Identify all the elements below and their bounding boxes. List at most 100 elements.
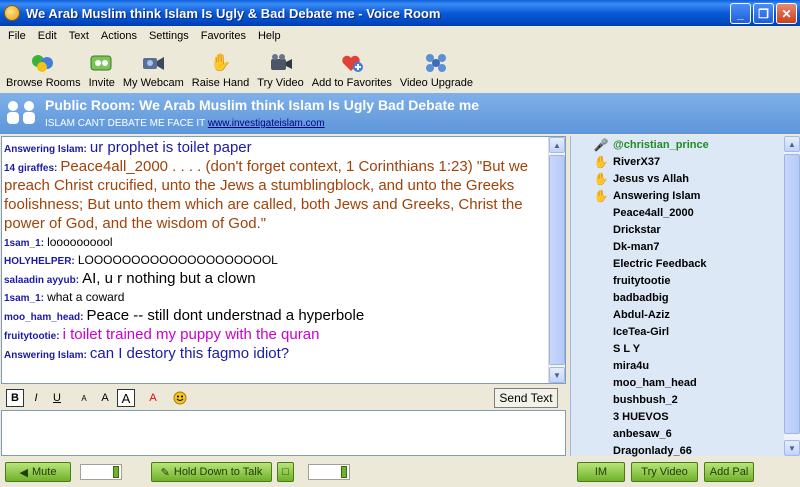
font-color-button[interactable]: A [144,389,162,407]
underline-button[interactable]: U [48,389,66,407]
chat-text: Peace -- still dont understnad a hyperbo… [86,307,365,324]
raise-hand-icon: ✋ [209,53,232,72]
scroll-down-button[interactable]: ▼ [549,367,565,383]
menu-text[interactable]: Text [63,30,95,42]
chat-message: 1sam_1: loooooooool [4,234,548,252]
menu-file[interactable]: File [2,30,32,42]
window-title: We Arab Muslim think Islam Is Ugly & Bad… [26,5,441,21]
font-medium-button[interactable]: A [96,389,114,407]
user-list-item[interactable]: Dragonlady_66 [571,442,783,459]
mic-slider[interactable] [308,464,350,480]
message-input[interactable] [1,410,566,456]
lock-talk-button[interactable]: □ [277,462,294,482]
mute-button[interactable]: ◀ Mute [5,462,71,482]
chat-username[interactable]: fruitytootie: [4,331,60,342]
italic-button[interactable]: I [27,389,45,407]
mic-knob[interactable] [341,466,347,478]
invite-button[interactable]: Invite [85,51,119,92]
chat-username[interactable]: moo_ham_head: [4,312,83,323]
chat-text: LOOOOOOOOOOOOOOOOOOOOL [77,253,278,267]
user-list-scrollbar[interactable]: ▲ ▼ [784,136,800,456]
user-scroll-thumb[interactable] [784,154,800,434]
menu-help[interactable]: Help [252,30,287,42]
raise-hand-button[interactable]: ✋ Raise Hand [188,51,253,92]
chat-text: ur prophet is toilet paper [89,139,252,156]
menu-actions[interactable]: Actions [95,30,143,42]
my-webcam-button[interactable]: My Webcam [119,51,188,92]
user-list-item[interactable]: Drickstar [571,221,783,238]
user-name: Dk-man7 [613,240,660,253]
try-video-button[interactable]: Try Video [253,51,307,92]
user-list-item[interactable]: anbesaw_6 [571,425,783,442]
chat-message: salaadin ayyub: AI, u r nothing but a cl… [4,270,548,289]
user-name: badbadbig [613,291,669,304]
add-favorite-icon [339,51,365,75]
chat-message: 1sam_1: what a coward [4,289,548,307]
menu-edit[interactable]: Edit [32,30,63,42]
menu-settings[interactable]: Settings [143,30,195,42]
chat-username[interactable]: HOLYHELPER: [4,256,75,267]
blank-icon [593,240,609,254]
bold-button[interactable]: B [6,389,24,407]
user-list-item[interactable]: bushbush_2 [571,391,783,408]
user-list-item[interactable]: fruitytootie [571,272,783,289]
chat-scrollbar[interactable]: ▲ ▼ [548,137,565,383]
video-camera-icon [268,51,294,75]
blank-icon [593,410,609,424]
voice-controls: ◀ Mute ✎ Hold Down to Talk □ IM Try Vide… [0,459,800,487]
user-list-item[interactable]: 3 HUEVOS [571,408,783,425]
font-large-button[interactable]: A [117,389,135,407]
user-list-item[interactable]: Dk-man7 [571,238,783,255]
user-list-item[interactable]: badbadbig [571,289,783,306]
user-list-item[interactable]: ✋ RiverX37 [571,153,783,170]
font-small-button[interactable]: A [75,389,93,407]
user-list-item[interactable]: Peace4all_2000 [571,204,783,221]
user-scroll-down-button[interactable]: ▼ [784,440,800,456]
im-button[interactable]: IM [577,462,625,482]
blank-icon [593,206,609,220]
user-name: Abdul-Aziz [613,308,670,321]
user-list-item[interactable]: 🎤 @christian_prince [571,136,783,153]
user-list-panel: 🎤 @christian_prince ✋ RiverX37 ✋ Jesus vs All… [570,136,800,459]
user-list-item[interactable]: Abdul-Aziz [571,306,783,323]
chat-username[interactable]: salaadin ayyub: [4,275,79,286]
chat-message: fruitytootie: i toilet trained my puppy … [4,326,548,345]
emoticon-button[interactable] [171,389,189,407]
user-list-item[interactable]: mira4u [571,357,783,374]
user-list-item[interactable]: moo_ham_head [571,374,783,391]
volume-slider[interactable] [80,464,122,480]
video-upgrade-button[interactable]: Video Upgrade [396,51,477,92]
close-button[interactable]: ✕ [776,3,797,24]
user-list-item[interactable]: IceTea-Girl [571,323,783,340]
user-name: fruitytootie [613,274,671,287]
chat-username[interactable]: 1sam_1: [4,293,44,304]
add-pal-button[interactable]: Add Pal [704,462,754,482]
microphone-icon: 🎤 [593,137,609,152]
browse-rooms-button[interactable]: Browse Rooms [2,51,85,92]
try-video-bottom-button[interactable]: Try Video [631,462,698,482]
format-bar: B I U A A A A Send Text [0,386,566,410]
add-to-favorites-button[interactable]: Add to Favorites [308,51,396,92]
chat-username[interactable]: 14 giraffes: [4,163,57,174]
menu-favorites[interactable]: Favorites [195,30,252,42]
user-list-item[interactable]: ✋ Jesus vs Allah [571,170,783,187]
chat-text: loooooooool [47,235,113,249]
user-list-item[interactable]: S L Y [571,340,783,357]
send-text-button[interactable]: Send Text [494,388,558,408]
scroll-thumb[interactable] [549,155,565,365]
user-list-item[interactable]: Electric Feedback [571,255,783,272]
chat-username[interactable]: Answering Islam: [4,144,87,155]
user-list-item[interactable]: ✋ Answering Islam [571,187,783,204]
maximize-button[interactable]: ❐ [753,3,774,24]
chat-transcript[interactable]: Answering Islam: ur prophet is toilet pa… [1,136,566,384]
minimize-button[interactable]: _ [730,3,751,24]
room-link[interactable]: www.investigateislam.com [208,118,325,129]
chat-username[interactable]: Answering Islam: [4,350,87,361]
user-scroll-up-button[interactable]: ▲ [784,136,800,152]
chat-username[interactable]: 1sam_1: [4,238,44,249]
hold-to-talk-button[interactable]: ✎ Hold Down to Talk [151,462,272,482]
user-name: @christian_prince [613,138,709,151]
scroll-up-button[interactable]: ▲ [549,137,565,153]
toolbar: Browse Rooms Invite My Webcam ✋ Raise Ha… [0,46,800,92]
volume-knob[interactable] [113,466,119,478]
